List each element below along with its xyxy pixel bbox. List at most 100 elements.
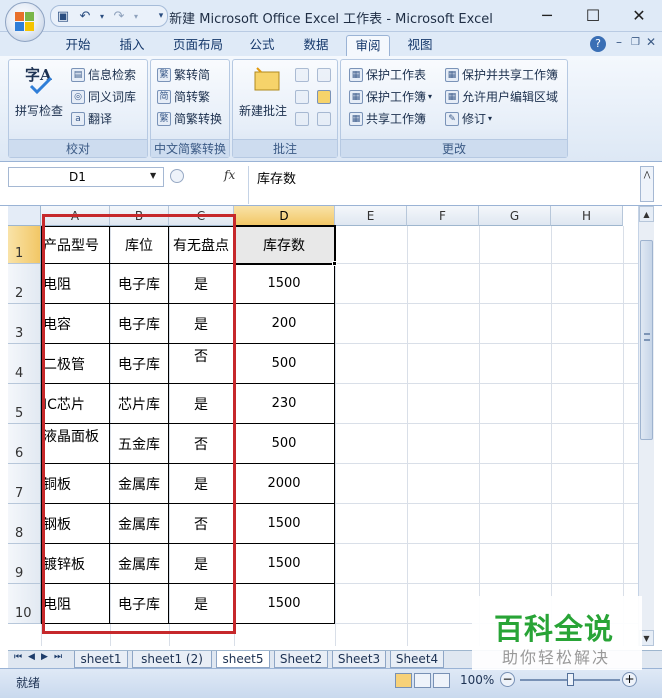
next-sheet-icon[interactable]: ▶ xyxy=(41,652,48,662)
table-header-cell[interactable]: 有无盘点 xyxy=(169,226,234,264)
scroll-up-icon[interactable]: ▲ xyxy=(639,206,654,222)
to-traditional-button[interactable]: 繁繁转简 xyxy=(157,66,210,83)
table-cell[interactable]: 500 xyxy=(234,424,335,464)
table-cell[interactable]: 电阻 xyxy=(41,584,110,624)
table-cell[interactable]: 1500 xyxy=(234,504,335,544)
insert-function-button[interactable]: fx xyxy=(224,168,235,182)
row-header-6[interactable]: 6 xyxy=(8,424,41,464)
previous-comment-icon[interactable] xyxy=(295,90,309,104)
row-header-7[interactable]: 7 xyxy=(8,464,41,504)
research-button[interactable]: ▤ 信息检索 xyxy=(71,66,136,83)
tab-data[interactable]: 数据 xyxy=(294,35,338,56)
protect-sheet-button[interactable]: ▦ 保护工作表 xyxy=(349,66,426,83)
table-cell[interactable]: 是 xyxy=(169,264,234,304)
maximize-button[interactable]: ☐ xyxy=(570,0,616,30)
spell-check-button[interactable]: 拼写检查 xyxy=(15,102,63,119)
row-header-8[interactable]: 8 xyxy=(8,504,41,544)
worksheet-grid[interactable]: A B C D E F G H 1 2 3 4 5 6 7 8 9 10 产品型号 库位 有无盘点 库存数 电阻 电子库是 15… xyxy=(8,206,638,646)
show-comment-icon[interactable] xyxy=(317,90,331,104)
sheet-tab-sheet2[interactable]: Sheet2 xyxy=(274,651,328,668)
normal-view-icon[interactable] xyxy=(395,673,412,688)
to-simplified-button[interactable]: 简简转繁 xyxy=(157,88,210,105)
column-header-a[interactable]: A xyxy=(41,206,110,226)
table-cell[interactable]: 1500 xyxy=(234,264,335,304)
table-cell[interactable]: 否 xyxy=(169,504,234,544)
page-break-view-icon[interactable] xyxy=(433,673,450,688)
protect-workbook-button[interactable]: ▦ 保护工作簿 ▾ xyxy=(349,88,432,105)
table-header-cell[interactable]: 库存数 xyxy=(234,226,335,264)
column-header-e[interactable]: E xyxy=(335,206,407,226)
ribbon-restore-icon[interactable]: ❐ xyxy=(631,37,640,48)
table-cell[interactable]: 是 xyxy=(169,384,234,424)
row-header-5[interactable]: 5 xyxy=(8,384,41,424)
share-workbook-button[interactable]: ▦ 共享工作簿 xyxy=(349,110,426,127)
sheet-tab-sheet1-2[interactable]: sheet1 (2) xyxy=(132,651,212,668)
table-header-cell[interactable]: 产品型号 xyxy=(41,226,110,264)
table-cell[interactable]: 芯片库 xyxy=(110,384,169,424)
table-cell[interactable]: IC芯片 xyxy=(41,384,110,424)
table-cell[interactable]: 五金库 xyxy=(110,424,169,464)
row-header-4[interactable]: 4 xyxy=(8,344,41,384)
formula-input[interactable]: 库存数 xyxy=(248,166,638,204)
protect-share-button[interactable]: ▦ 保护并共享工作簿 xyxy=(445,66,558,83)
table-cell[interactable]: 1500 xyxy=(234,544,335,584)
tab-review[interactable]: 审阅 xyxy=(346,35,390,56)
table-cell[interactable]: 是 xyxy=(169,544,234,584)
tab-home[interactable]: 开始 xyxy=(56,35,100,56)
close-button[interactable]: ✕ xyxy=(616,0,662,30)
table-cell[interactable]: 电阻 xyxy=(41,264,110,304)
table-cell[interactable]: 金属库 xyxy=(110,504,169,544)
table-cell[interactable]: 电容 xyxy=(41,304,110,344)
sheet-tab-sheet1[interactable]: sheet1 xyxy=(74,651,128,668)
zoom-out-button[interactable]: − xyxy=(500,672,515,687)
row-header-10[interactable]: 10 xyxy=(8,584,41,624)
office-button[interactable] xyxy=(5,2,45,42)
column-header-c[interactable]: C xyxy=(169,206,234,226)
cancel-formula-icon[interactable] xyxy=(170,169,184,183)
tab-formulas[interactable]: 公式 xyxy=(240,35,284,56)
prev-sheet-icon[interactable]: ◀ xyxy=(28,652,35,662)
sheet-tab-sheet3[interactable]: Sheet3 xyxy=(332,651,386,668)
table-cell[interactable]: 镀锌板 xyxy=(41,544,110,584)
sheet-tab-sheet5[interactable]: sheet5 xyxy=(216,651,270,668)
name-box[interactable]: D1 xyxy=(8,167,164,187)
thesaurus-button[interactable]: ◎ 同义词库 xyxy=(71,88,136,105)
translate-button[interactable]: a 翻译 xyxy=(71,110,112,127)
column-header-g[interactable]: G xyxy=(479,206,551,226)
table-header-cell[interactable]: 库位 xyxy=(110,226,169,264)
table-cell[interactable]: 电子库 xyxy=(110,304,169,344)
chevron-down-icon[interactable]: ▼ xyxy=(150,171,156,180)
table-cell[interactable]: 2000 xyxy=(234,464,335,504)
table-cell[interactable]: 1500 xyxy=(234,584,335,624)
vertical-scrollbar[interactable]: ▲ ▼ xyxy=(638,206,654,646)
table-cell[interactable]: 铜板 xyxy=(41,464,110,504)
next-comment-icon[interactable] xyxy=(295,112,309,126)
table-cell[interactable]: 是 xyxy=(169,304,234,344)
row-header-3[interactable]: 3 xyxy=(8,304,41,344)
table-cell[interactable]: 否 xyxy=(169,344,234,384)
table-cell[interactable]: 电子库 xyxy=(110,584,169,624)
column-header-f[interactable]: F xyxy=(407,206,479,226)
table-cell[interactable]: 500 xyxy=(234,344,335,384)
zoom-level[interactable]: 100% xyxy=(460,673,494,687)
fill-handle[interactable] xyxy=(332,261,337,266)
row-header-1[interactable]: 1 xyxy=(8,226,41,264)
delete-comment-icon[interactable] xyxy=(317,68,331,82)
allow-edit-ranges-button[interactable]: ▦ 允许用户编辑区域 xyxy=(445,88,558,105)
ribbon-close-icon[interactable]: ✕ xyxy=(646,35,656,49)
table-cell[interactable]: 钢板 xyxy=(41,504,110,544)
tab-insert[interactable]: 插入 xyxy=(110,35,154,56)
show-ink-icon[interactable] xyxy=(317,112,331,126)
zoom-in-button[interactable]: + xyxy=(622,672,637,687)
page-layout-view-icon[interactable] xyxy=(414,673,431,688)
table-cell[interactable]: 是 xyxy=(169,584,234,624)
table-cell[interactable]: 200 xyxy=(234,304,335,344)
zoom-slider-thumb[interactable] xyxy=(567,673,574,686)
tab-page-layout[interactable]: 页面布局 xyxy=(166,35,230,56)
ribbon-minimize-icon[interactable]: – xyxy=(616,35,622,49)
convert-button[interactable]: 繁简繁转换 xyxy=(157,110,222,127)
column-header-h[interactable]: H xyxy=(551,206,623,226)
column-header-b[interactable]: B xyxy=(110,206,169,226)
table-cell[interactable]: 电子库 xyxy=(110,344,169,384)
scroll-thumb[interactable] xyxy=(640,240,653,440)
